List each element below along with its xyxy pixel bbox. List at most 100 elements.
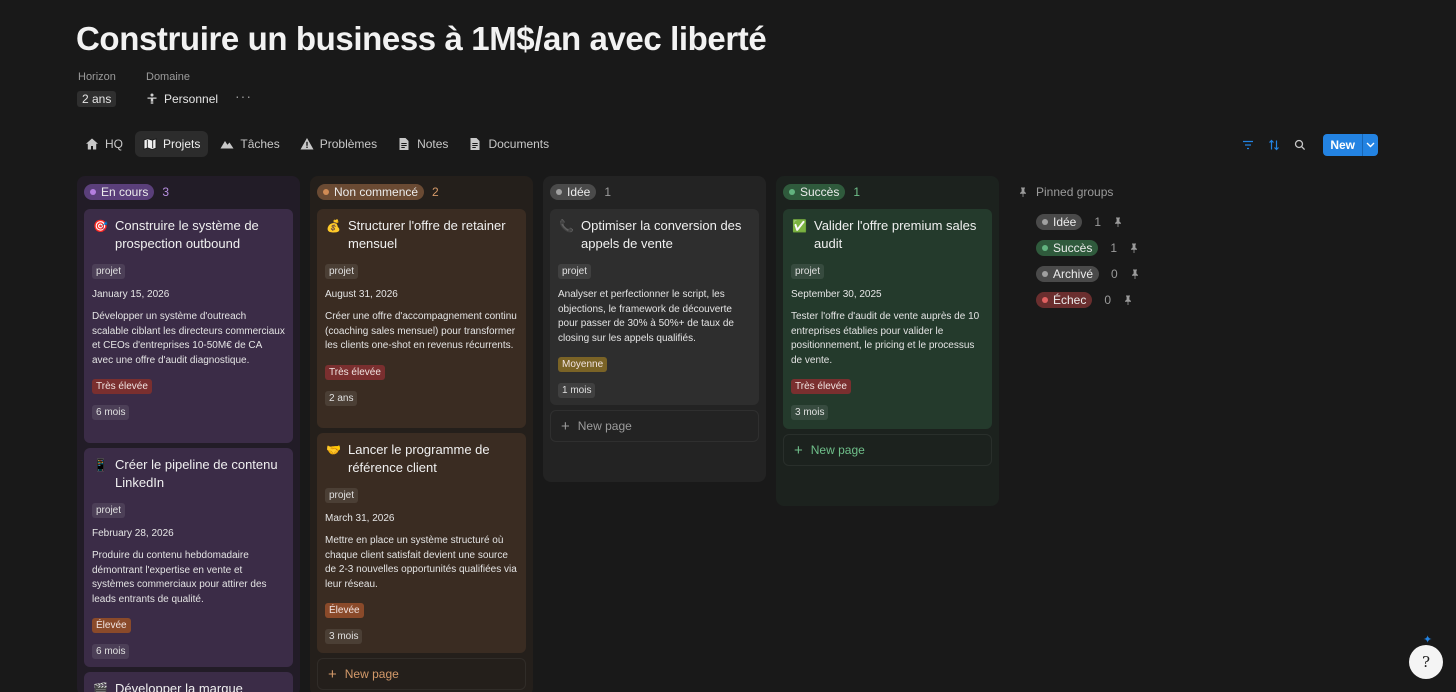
new-page-label: New page (344, 667, 399, 681)
money-bag-icon: 💰 (326, 219, 341, 233)
column-count: 3 (162, 185, 170, 199)
domaine-label: Domaine (146, 71, 191, 83)
duration-tag: 1 mois (558, 383, 596, 399)
clapper-icon: 🎬 (93, 682, 108, 692)
pin-icon[interactable] (1113, 217, 1123, 227)
group-count: 0 (1104, 293, 1112, 307)
project-card[interactable]: 📱 Créer le pipeline de contenu LinkedIn p… (84, 448, 293, 667)
tab-label: Notes (417, 137, 449, 151)
view-tabs: HQ Projets Tâches Problèmes Notes Docume… (77, 131, 557, 157)
new-button[interactable]: New (1323, 134, 1362, 156)
duration-tag: 6 mois (92, 405, 130, 421)
new-dropdown-button[interactable] (1362, 134, 1378, 156)
column-succes: Succès 1 ✅ Valider l'offre premium sales … (776, 176, 999, 506)
tab-notes[interactable]: Notes (389, 131, 456, 157)
tab-taches[interactable]: Tâches (212, 131, 287, 157)
status-badge[interactable]: En cours (84, 184, 155, 200)
pin-icon[interactable] (1123, 295, 1133, 305)
pin-icon[interactable] (1129, 243, 1139, 253)
tab-projets[interactable]: Projets (135, 131, 209, 157)
warning-icon (300, 138, 314, 150)
map-icon (143, 138, 157, 150)
document-icon (399, 138, 409, 150)
card-date: February 28, 2026 (92, 528, 174, 539)
card-title: Créer le pipeline de contenu LinkedIn (115, 457, 278, 490)
tab-label: Problèmes (319, 137, 378, 151)
plus-icon: + (561, 417, 570, 435)
column-en-cours: En cours 3 🎯 Construire le système de pro… (77, 176, 300, 692)
project-card[interactable]: 🎬 Développer la marque (84, 672, 293, 692)
new-page-button[interactable]: + New page (783, 434, 992, 466)
priority-tag: Moyenne (558, 357, 608, 373)
domaine-value[interactable]: Personnel (146, 91, 218, 107)
search-icon[interactable] (1293, 138, 1307, 152)
card-description: Mettre en place un système structuré où … (325, 535, 517, 590)
duration-tag: 6 mois (92, 644, 130, 660)
status-badge[interactable]: Succès (783, 184, 846, 200)
page-title: Construire un business à 1M$/an avec lib… (76, 20, 767, 57)
sort-icon[interactable] (1267, 138, 1281, 152)
tab-label: HQ (105, 137, 123, 151)
card-title: Optimiser la conversion des appels de ve… (581, 218, 742, 251)
new-page-button[interactable]: + New page (550, 410, 759, 442)
telephone-icon: 📞 (559, 219, 574, 233)
handshake-icon: 🤝 (326, 443, 341, 457)
phone-icon: 📱 (93, 458, 108, 472)
plus-icon: + (328, 665, 337, 683)
tab-label: Tâches (240, 137, 280, 151)
project-card[interactable]: 💰 Structurer l'offre de retainer mensuel … (317, 209, 526, 428)
status-badge[interactable]: Non commencé (317, 184, 425, 200)
group-label: Archivé (1053, 267, 1094, 281)
tab-label: Projets (163, 137, 201, 151)
tab-hq[interactable]: HQ (77, 131, 131, 157)
project-card[interactable]: ✅ Valider l'offre premium sales audit pro… (783, 209, 992, 429)
column-count: 2 (432, 185, 439, 199)
chevron-down-icon (1366, 142, 1375, 148)
mountain-icon (220, 141, 234, 149)
pinned-group-archive[interactable]: Archivé 0 (1036, 266, 1140, 282)
project-card[interactable]: 🎯 Construire le système de prospection ou… (84, 209, 293, 443)
horizon-value[interactable]: 2 ans (77, 91, 117, 107)
horizon-label: Horizon (78, 71, 116, 83)
project-card[interactable]: 📞 Optimiser la conversion des appels de v… (550, 209, 759, 405)
pinned-groups-header: Pinned groups (1018, 185, 1113, 199)
column-count: 1 (604, 185, 612, 199)
pinned-group-idee[interactable]: Idée 1 (1036, 214, 1123, 230)
group-label: Échec (1053, 293, 1087, 307)
plus-icon: + (794, 441, 803, 459)
type-tag: projet (92, 503, 126, 518)
card-title: Valider l'offre premium sales audit (814, 218, 977, 251)
pin-icon[interactable] (1130, 269, 1140, 279)
new-page-button[interactable]: + New page (317, 658, 526, 690)
column-non-commence: Non commencé 2 💰 Structurer l'offre de re… (310, 176, 533, 692)
help-avatar-icon[interactable]: ? (1409, 645, 1443, 679)
status-badge[interactable]: Idée (550, 184, 597, 200)
column-header: Non commencé 2 (310, 176, 533, 208)
project-card[interactable]: 🤝 Lancer le programme de référence client… (317, 433, 526, 653)
card-description: Analyser et perfectionner le script, les… (558, 289, 734, 344)
group-label: Idée (1053, 215, 1077, 229)
column-header: Succès 1 (776, 176, 999, 208)
tab-documents[interactable]: Documents (460, 131, 557, 157)
domaine-value-text: Personnel (164, 92, 219, 106)
view-toolbar: New (1241, 134, 1378, 156)
card-date: August 31, 2026 (325, 289, 398, 300)
pinned-group-echec[interactable]: Échec 0 (1036, 292, 1133, 308)
pinned-group-succes[interactable]: Succès 1 (1036, 240, 1139, 256)
card-description: Tester l'offre d'audit de vente auprès d… (791, 311, 980, 366)
filter-icon[interactable] (1241, 138, 1255, 152)
document-icon (470, 138, 480, 150)
priority-tag: Élevée (92, 618, 131, 634)
type-tag: projet (325, 264, 359, 279)
tab-label: Documents (488, 137, 550, 151)
group-count: 1 (1110, 241, 1118, 255)
status-label: Idée (567, 185, 591, 199)
more-properties-button[interactable]: ··· (235, 88, 252, 104)
card-date: January 15, 2026 (92, 289, 170, 300)
duration-tag: 3 mois (325, 629, 363, 645)
group-count: 0 (1111, 267, 1118, 281)
new-button-group: New (1323, 134, 1378, 156)
pin-icon (1020, 187, 1026, 197)
house-icon (86, 138, 98, 150)
tab-problemes[interactable]: Problèmes (292, 131, 385, 157)
